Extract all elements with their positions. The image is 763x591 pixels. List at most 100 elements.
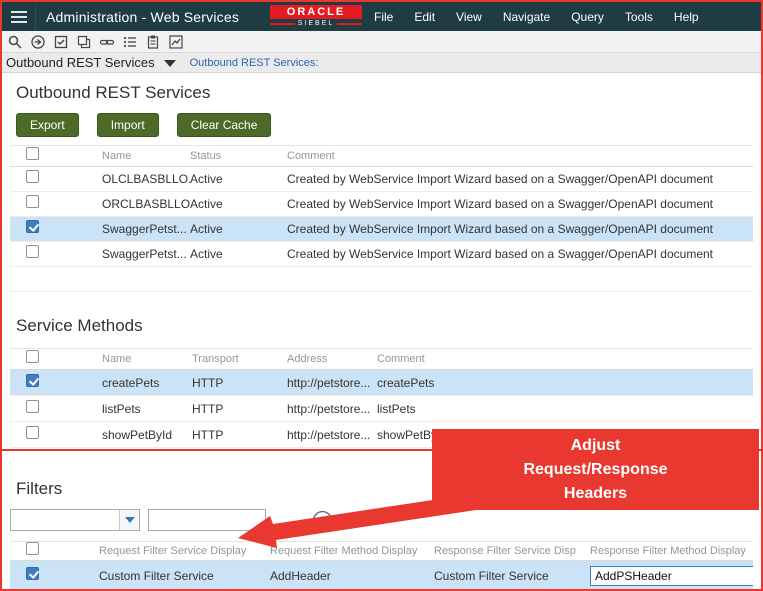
chevron-down-icon [124,517,135,523]
address-cell[interactable]: http://petstore... [287,402,377,416]
hamburger-menu-icon[interactable] [2,2,36,31]
name-cell[interactable]: ORCLBASBLLO... [102,197,190,211]
execute-query-icon[interactable] [30,34,46,50]
import-button[interactable]: Import [96,113,159,137]
select-all-checkbox[interactable] [26,542,39,555]
annotation-callout: Adjust Request/Response Headers [432,429,759,510]
breadcrumb-view-link[interactable]: Outbound REST Services: [190,57,319,69]
menu-view[interactable]: View [456,10,482,24]
callout-line: Adjust [570,437,621,454]
name-cell[interactable]: createPets [102,376,192,390]
chart-icon[interactable] [168,34,184,50]
select-all-checkbox[interactable] [26,147,39,160]
row-checkbox[interactable] [26,170,39,183]
response-filter-method-cell [590,566,753,586]
name-cell[interactable]: listPets [102,402,192,416]
column-header-comment[interactable]: Comment [287,150,753,162]
search-icon[interactable] [7,34,23,50]
status-cell[interactable]: Active [190,197,287,211]
menu-navigate[interactable]: Navigate [503,10,550,24]
comment-cell[interactable]: Created by WebService Import Wizard base… [287,197,753,211]
comment-cell[interactable]: Created by WebService Import Wizard base… [287,222,753,236]
filter-value-input[interactable] [148,509,266,531]
response-filter-method-input[interactable] [590,566,753,586]
transport-cell[interactable]: HTTP [192,376,287,390]
status-cell[interactable]: Active [190,172,287,186]
address-cell[interactable]: http://petstore... [287,428,377,442]
column-header-name[interactable]: Name [102,150,190,162]
dropdown-button[interactable] [119,510,139,530]
menu-tools[interactable]: Tools [625,10,653,24]
toolbar [2,31,761,53]
siebel-logo-text: SIEBEL [297,20,335,27]
visibility-dropdown[interactable]: Outbound REST Services [6,55,176,70]
table-row[interactable]: Custom Filter Service AddHeader Custom F… [10,561,753,589]
column-header-response-filter-method[interactable]: Response Filter Method Display [590,545,753,557]
name-cell[interactable]: showPetById [102,428,192,442]
comment-cell[interactable]: Created by WebService Import Wizard base… [287,247,753,261]
empty-row [10,267,753,292]
column-header-transport[interactable]: Transport [192,353,287,365]
row-checkbox[interactable] [26,373,39,387]
request-filter-method-cell[interactable]: AddHeader [270,569,434,583]
clipboard-icon[interactable] [145,34,161,50]
column-header-address[interactable]: Address [287,353,377,365]
address-cell[interactable]: http://petstore... [287,376,377,390]
column-header-request-filter-method[interactable]: Request Filter Method Display [270,545,434,557]
comment-cell[interactable]: listPets [377,402,753,416]
select-all-checkbox[interactable] [26,350,39,363]
filter-field-dropdown[interactable] [10,509,140,531]
status-cell[interactable]: Active [190,222,287,236]
menu-query[interactable]: Query [571,10,604,24]
column-header-status[interactable]: Status [190,150,287,162]
transport-cell[interactable]: HTTP [192,402,287,416]
link-icon[interactable] [99,34,115,50]
name-cell[interactable]: OLCLBASBLLO... [102,172,190,186]
table-row[interactable]: ORCLBASBLLO... Active Created by WebServ… [10,192,753,217]
menu-file[interactable]: File [374,10,393,24]
outbound-section-title: Outbound REST Services [16,83,211,102]
column-header-comment[interactable]: Comment [377,353,753,365]
status-cell[interactable]: Active [190,247,287,261]
app-title: Administration - Web Services [46,8,240,25]
request-filter-service-cell[interactable]: Custom Filter Service [99,569,270,583]
go-button[interactable] [312,510,333,531]
column-header-response-filter-service[interactable]: Response Filter Service Disp [434,545,590,557]
menu-edit[interactable]: Edit [414,10,435,24]
chevron-down-icon [163,59,176,67]
table-row[interactable]: OLCLBASBLLO... Active Created by WebServ… [10,167,753,192]
row-checkbox[interactable] [26,399,39,413]
outbound-button-row: Export Import Clear Cache [16,113,761,137]
copy-icon[interactable] [76,34,92,50]
table-row[interactable]: listPets HTTP http://petstore... listPet… [10,396,753,422]
column-header-name[interactable]: Name [102,353,192,365]
clear-cache-button[interactable]: Clear Cache [176,113,272,137]
table-header-row: Name Transport Address Comment [10,349,753,370]
response-filter-service-cell[interactable]: Custom Filter Service [434,569,590,583]
callout-line: Request/Response [523,461,668,478]
menu-help[interactable]: Help [674,10,699,24]
visibility-label: Outbound REST Services [6,55,155,70]
main-content: Outbound REST Services Export Import Cle… [2,73,761,449]
transport-cell[interactable]: HTTP [192,428,287,442]
row-checkbox[interactable] [26,245,39,258]
row-checkbox[interactable] [26,567,39,580]
row-checkbox[interactable] [26,195,39,208]
table-row[interactable]: SwaggerPetst... Active Created by WebSer… [10,242,753,267]
row-checkbox[interactable] [26,425,39,439]
row-checkbox[interactable] [26,220,39,233]
export-button[interactable]: Export [16,113,79,137]
siebel-application-window: Administration - Web Services ORACLE SIE… [0,0,763,591]
table-row[interactable]: createPets HTTP http://petstore... creat… [10,370,753,396]
name-cell[interactable]: SwaggerPetst... [102,222,190,236]
table-header-row: Name Status Comment [10,146,753,167]
name-cell[interactable]: SwaggerPetst... [102,247,190,261]
comment-cell[interactable]: Created by WebService Import Wizard base… [287,172,753,186]
column-header-request-filter-service[interactable]: Request Filter Service Display [99,545,270,557]
list-icon[interactable] [122,34,138,50]
tasks-icon[interactable] [53,34,69,50]
comment-cell[interactable]: createPets [377,376,753,390]
table-header-row: Request Filter Service Display Request F… [10,542,753,561]
callout-line: Headers [563,485,628,502]
table-row[interactable]: SwaggerPetst... Active Created by WebSer… [10,217,753,242]
